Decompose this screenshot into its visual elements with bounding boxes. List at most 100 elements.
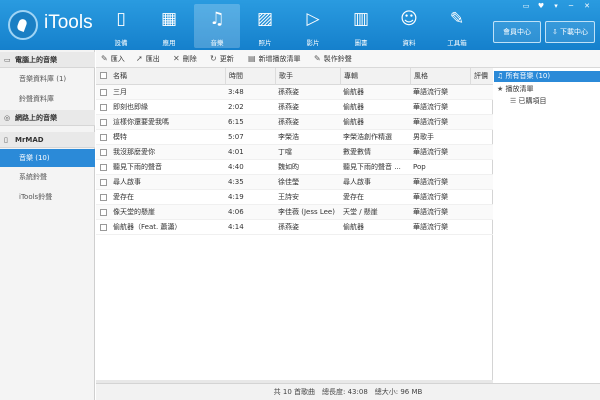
apps-icon: ▦ <box>160 9 178 29</box>
cell-name: 模特 <box>113 133 127 141</box>
list-icon: ☰ <box>510 97 519 105</box>
download-center-button[interactable]: ⇩ 下載中心 <box>545 21 595 43</box>
nav-info[interactable]: ☺ 資料 <box>386 4 432 48</box>
sidebar-section-online-music[interactable]: ◎ 網路上的音樂 <box>0 110 95 126</box>
globe-icon: ◎ <box>4 114 11 122</box>
video-icon: ▷ <box>306 9 320 29</box>
table-row[interactable]: 愛存在 4:19 王詩安 愛存在 華語流行樂 <box>96 190 493 205</box>
itools-logo-icon <box>8 10 38 40</box>
wrench-icon: ✎ <box>449 9 465 29</box>
row-checkbox[interactable] <box>100 149 107 156</box>
table-row[interactable]: 這樣你還要愛我嗎 6:15 孫燕姿 偷航器 華語流行樂 <box>96 115 493 130</box>
cell-time: 4:19 <box>228 193 244 201</box>
nav-device[interactable]: ▯ 設備 <box>98 4 144 48</box>
nav-label: 音樂 <box>210 39 224 47</box>
row-checkbox[interactable] <box>100 209 107 216</box>
table-row[interactable]: 三月 3:48 孫燕姿 偷航器 華語流行樂 <box>96 85 493 100</box>
cell-time: 3:48 <box>228 88 244 96</box>
sidebar-item-device-music[interactable]: 音樂 (10) <box>0 149 95 167</box>
heart-icon[interactable]: ♥ <box>535 2 547 11</box>
photo-icon: ▨ <box>256 9 274 29</box>
nav-books[interactable]: ▥ 圖書 <box>338 4 384 48</box>
cell-name: 愛存在 <box>113 193 134 201</box>
all-music-item[interactable]: ♫ 所有音樂 (10) <box>494 71 600 82</box>
playlists-item[interactable]: ★ 播放清單 <box>494 84 600 95</box>
cell-name: 即刻也即緣 <box>113 103 148 111</box>
playlist-panel: ♫ 所有音樂 (10) ★ 播放清單 ☰ 已購項目 <box>494 68 600 383</box>
row-checkbox[interactable] <box>100 134 107 141</box>
column-header-rating[interactable]: 評價 <box>470 68 493 85</box>
book-icon: ▥ <box>352 9 370 29</box>
person-icon: ☺ <box>400 9 418 29</box>
cell-genre: 華語流行樂 <box>413 208 448 216</box>
sidebar-item-system-ringtones[interactable]: 系統鈴聲 <box>0 168 95 186</box>
sidebar: ▭ 電腦上的音樂 音樂資料庫 (1) 鈴聲資料庫 ◎ 網路上的音樂 ▯ MrMAD 音… <box>0 50 95 400</box>
skin-icon[interactable]: ▭ <box>520 2 532 11</box>
sidebar-section-device[interactable]: ▯ MrMAD <box>0 132 95 148</box>
sidebar-item-ringtone-library[interactable]: 鈴聲資料庫 <box>0 90 95 108</box>
member-center-button[interactable]: 會員中心 <box>493 21 541 43</box>
import-label: 匯入 <box>110 55 125 63</box>
delete-button[interactable]: ✕ 刪除 <box>173 50 197 68</box>
column-header-name[interactable]: 名稱 <box>110 68 225 85</box>
cell-time: 4:01 <box>228 148 244 156</box>
sidebar-item-music-library[interactable]: 音樂資料庫 (1) <box>0 70 95 88</box>
row-checkbox[interactable] <box>100 119 107 126</box>
cell-name: 尋人啟事 <box>113 178 141 186</box>
cell-time: 4:06 <box>228 208 244 216</box>
row-checkbox[interactable] <box>100 194 107 201</box>
cell-album: 尋人啟事 <box>343 178 371 186</box>
purchased-item[interactable]: ☰ 已購項目 <box>494 96 600 107</box>
delete-icon: ✕ <box>173 54 180 63</box>
column-header-album[interactable]: 專輯 <box>340 68 410 85</box>
cell-artist: 孫燕姿 <box>278 223 299 231</box>
make-ringtone-button[interactable]: ✎ 製作鈴聲 <box>314 50 352 68</box>
table-row[interactable]: 偷航器（Feat. 蕭瀟） 4:14 孫燕姿 偷航器 華語流行樂 <box>96 220 493 235</box>
nav-label: 資料 <box>402 39 416 47</box>
table-row[interactable]: 像天堂的懸崖 4:06 李佳薇 (Jess Lee) 天堂 / 懸崖 華語流行樂 <box>96 205 493 220</box>
column-header-artist[interactable]: 歌手 <box>275 68 340 85</box>
table-row[interactable]: 我沒那麼愛你 4:01 丁噹 數愛數情 華語流行樂 <box>96 145 493 160</box>
new-playlist-button[interactable]: ▤ 新增播放清單 <box>248 50 301 68</box>
row-checkbox[interactable] <box>100 89 107 96</box>
column-header-time[interactable]: 時間 <box>225 68 275 85</box>
row-checkbox[interactable] <box>100 179 107 186</box>
refresh-button[interactable]: ↻ 更新 <box>210 50 234 68</box>
sidebar-section-computer-music[interactable]: ▭ 電腦上的音樂 <box>0 52 95 68</box>
close-icon[interactable]: ✕ <box>581 2 593 11</box>
delete-label: 刪除 <box>182 55 197 63</box>
menu-dropdown-icon[interactable]: ▾ <box>550 2 562 11</box>
cell-name: 偷航器（Feat. 蕭瀟） <box>113 223 182 231</box>
table-row[interactable]: 模特 5:07 李榮浩 李榮浩創作精選 男歌手 <box>96 130 493 145</box>
minimize-icon[interactable]: ─ <box>565 2 577 11</box>
nav-label: 影片 <box>306 39 320 47</box>
table-row[interactable]: 聽見下雨的聲音 4:40 魏如昀 聽見下雨的聲音 ... Pop <box>96 160 493 175</box>
row-checkbox[interactable] <box>100 164 107 171</box>
nav-photos[interactable]: ▨ 照片 <box>242 4 288 48</box>
import-button[interactable]: ✎ 匯入 <box>101 50 125 68</box>
export-button[interactable]: ➚ 匯出 <box>136 50 160 68</box>
row-checkbox[interactable] <box>100 224 107 231</box>
table-row[interactable]: 即刻也即緣 2:02 孫燕姿 偷航器 華語流行樂 <box>96 100 493 115</box>
music-icon: ♫ <box>209 9 225 29</box>
cell-album: 李榮浩創作精選 <box>343 133 392 141</box>
cell-artist: 徐佳瑩 <box>278 178 299 186</box>
section-title: MrMAD <box>15 136 44 144</box>
nav-toolbox[interactable]: ✎ 工具箱 <box>434 4 480 48</box>
cell-genre: 華語流行樂 <box>413 103 448 111</box>
select-all-checkbox[interactable] <box>100 72 107 79</box>
sidebar-item-itools-ringtones[interactable]: iTools鈴聲 <box>0 188 95 206</box>
cell-artist: 李榮浩 <box>278 133 299 141</box>
nav-label: 照片 <box>258 39 272 47</box>
column-header-genre[interactable]: 風格 <box>410 68 470 85</box>
nav-music[interactable]: ♫ 音樂 <box>194 4 240 48</box>
section-title: 網路上的音樂 <box>15 114 57 122</box>
logo-text: iTools <box>44 12 93 33</box>
nav-videos[interactable]: ▷ 影片 <box>290 4 336 48</box>
all-music-label: 所有音樂 (10) <box>505 72 551 80</box>
table-row[interactable]: 尋人啟事 4:35 徐佳瑩 尋人啟事 華語流行樂 <box>96 175 493 190</box>
row-checkbox[interactable] <box>100 104 107 111</box>
cell-album: 偷航器 <box>343 118 364 126</box>
nav-apps[interactable]: ▦ 應用 <box>146 4 192 48</box>
export-label: 匯出 <box>145 55 160 63</box>
